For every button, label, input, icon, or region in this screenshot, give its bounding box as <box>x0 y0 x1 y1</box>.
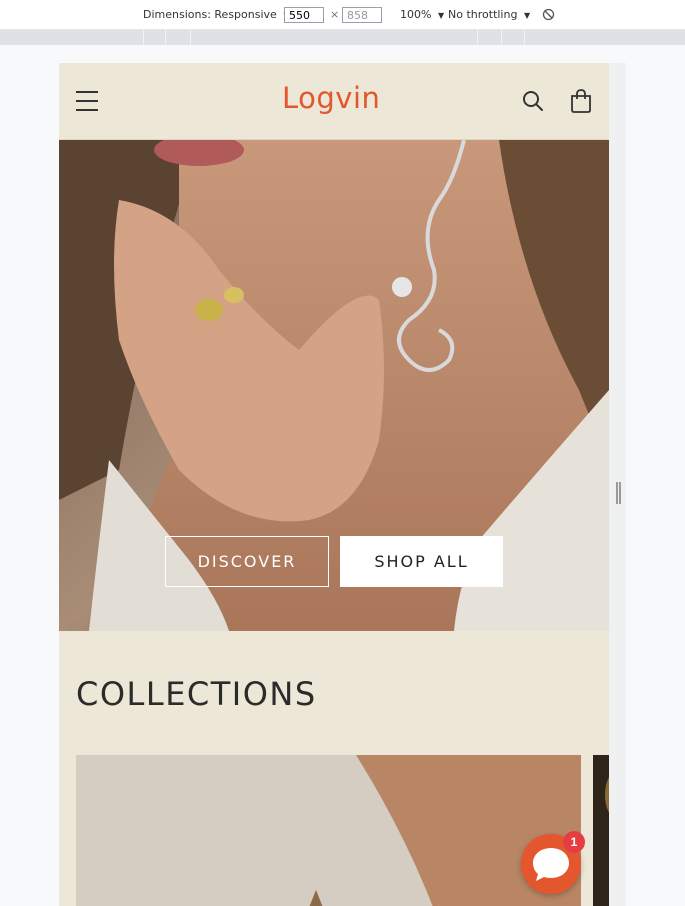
zoom-dropdown[interactable]: 100% ▼ <box>400 8 444 21</box>
search-icon[interactable] <box>521 89 545 113</box>
chat-unread-badge: 1 <box>563 831 585 853</box>
collection-card-next[interactable] <box>593 755 609 906</box>
throttling-label: No throttling <box>448 8 518 21</box>
dimensions-label: Dimensions: Responsive <box>143 8 277 21</box>
menu-icon[interactable] <box>76 91 98 111</box>
devtools-ruler <box>0 30 685 45</box>
emulated-viewport: Logvin DISCOVER SHOP ALL COLLECTIONS <box>59 63 609 906</box>
discover-button[interactable]: DISCOVER <box>165 536 329 587</box>
times-sign: × <box>330 8 340 21</box>
viewport-resize-handle[interactable] <box>616 482 621 504</box>
hero-banner: DISCOVER SHOP ALL <box>59 140 609 631</box>
chevron-down-icon: ▼ <box>437 11 445 20</box>
viewport-width-input[interactable] <box>284 7 324 23</box>
dimensions-dropdown[interactable]: Dimensions: Responsive ▼ <box>143 8 289 21</box>
collection-card[interactable] <box>76 755 581 906</box>
throttling-dropdown[interactable]: No throttling ▼ <box>448 8 530 21</box>
cart-icon[interactable] <box>569 88 593 114</box>
rotate-icon[interactable] <box>542 8 555 21</box>
collections-heading: COLLECTIONS <box>76 675 317 713</box>
devtools-device-toolbar: Dimensions: Responsive ▼ × 100% ▼ No thr… <box>0 0 685 30</box>
shop-all-button[interactable]: SHOP ALL <box>340 536 503 587</box>
store-header: Logvin <box>59 63 609 140</box>
hero-image <box>59 140 609 631</box>
collection-image <box>593 755 609 906</box>
store-logo[interactable]: Logvin <box>282 81 380 115</box>
viewport-height-input[interactable] <box>342 7 382 23</box>
zoom-label: 100% <box>400 8 432 21</box>
collection-image <box>76 755 581 906</box>
chevron-down-icon: ▼ <box>523 11 531 20</box>
